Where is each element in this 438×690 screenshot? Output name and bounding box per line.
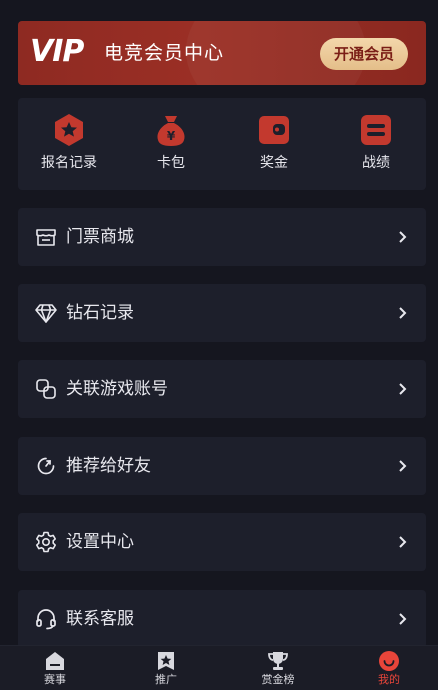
quick-item-records[interactable]: 战绩 — [336, 112, 416, 172]
svg-text:¥: ¥ — [167, 129, 176, 143]
quick-item-bonus[interactable]: 奖金 — [234, 112, 314, 172]
wallet-icon — [259, 116, 289, 144]
share-refresh-icon — [37, 457, 55, 475]
menu-item-diamond-record[interactable]: 钻石记录 — [18, 284, 426, 342]
menu-label: 推荐给好友 — [66, 456, 151, 476]
chevron-right-icon — [399, 460, 407, 472]
tab-events[interactable]: 赛事 — [20, 650, 90, 687]
diamond-icon — [35, 304, 57, 323]
quick-label: 卡包 — [157, 155, 185, 171]
vip-banner[interactable]: VIP 电竞会员中心 开通会员 — [18, 21, 426, 85]
star-flag-icon — [158, 652, 174, 670]
tab-label: 推广 — [155, 673, 177, 686]
menu-label: 门票商城 — [66, 227, 134, 247]
menu-item-contact-support[interactable]: 联系客服 — [18, 590, 426, 648]
quick-item-card-pack[interactable]: ¥ 卡包 — [131, 112, 211, 172]
tab-bounty-board[interactable]: 赏金榜 — [243, 650, 313, 687]
vip-title: 电竞会员中心 — [104, 42, 225, 64]
tab-label: 赏金榜 — [261, 673, 295, 686]
store-icon — [36, 229, 56, 246]
money-bag-icon: ¥ — [157, 116, 185, 146]
tab-promotion[interactable]: 推广 — [131, 650, 201, 687]
record-card-icon — [361, 115, 391, 145]
menu-item-settings[interactable]: 设置中心 — [18, 513, 426, 571]
quick-actions: 报名记录 ¥ 卡包 奖金 战绩 — [18, 98, 426, 190]
vip-logo: VIP — [30, 34, 84, 69]
menu-label: 设置中心 — [66, 532, 134, 552]
hexagon-star-icon — [55, 114, 83, 146]
tab-mine[interactable]: 我的 — [354, 650, 424, 687]
smile-face-icon — [379, 651, 399, 671]
quick-label: 报名记录 — [41, 155, 97, 171]
tab-label: 赛事 — [44, 673, 66, 686]
home-icon — [46, 652, 64, 670]
chevron-right-icon — [399, 613, 407, 625]
menu-label: 关联游戏账号 — [66, 379, 168, 399]
quick-item-registration-record[interactable]: 报名记录 — [29, 112, 109, 172]
chevron-right-icon — [399, 307, 407, 319]
headset-icon — [36, 609, 56, 630]
trophy-icon — [268, 652, 288, 670]
chevron-right-icon — [399, 536, 407, 548]
menu-label: 联系客服 — [66, 609, 134, 629]
gear-icon — [36, 531, 56, 553]
bottom-tab-bar: 赛事 推广 赏金榜 我的 — [0, 645, 438, 690]
chevron-right-icon — [399, 383, 407, 395]
menu-label: 钻石记录 — [66, 303, 134, 323]
link-icon — [36, 379, 56, 399]
quick-label: 战绩 — [362, 155, 390, 171]
quick-label: 奖金 — [260, 155, 288, 171]
menu-item-ticket-store[interactable]: 门票商城 — [18, 208, 426, 266]
open-membership-button[interactable]: 开通会员 — [320, 38, 408, 70]
menu-item-link-game-account[interactable]: 关联游戏账号 — [18, 360, 426, 418]
menu-item-recommend-friends[interactable]: 推荐给好友 — [18, 437, 426, 495]
tab-label: 我的 — [378, 673, 400, 686]
chevron-right-icon — [399, 231, 407, 243]
